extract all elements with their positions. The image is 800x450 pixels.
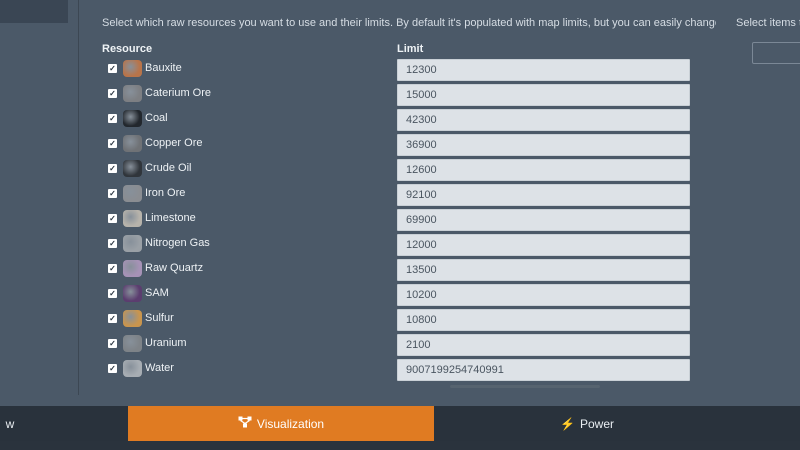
resource-checkbox[interactable]: ✓	[108, 114, 117, 123]
tab-power[interactable]: ⚡ Power	[434, 406, 740, 441]
resource-limit-input[interactable]	[397, 284, 690, 306]
resource-limit-input[interactable]	[397, 184, 690, 206]
uranium-icon	[123, 335, 142, 352]
resource-checkbox[interactable]: ✓	[108, 64, 117, 73]
resource-row-raw-quartz: ✓ Raw Quartz	[80, 257, 708, 282]
resource-name: Nitrogen Gas	[145, 237, 210, 249]
resource-checkbox[interactable]: ✓	[108, 164, 117, 173]
resource-name: Raw Quartz	[145, 262, 204, 274]
resource-list: ✓ Bauxite ✓ Caterium Ore ✓ Coal ✓ Copper…	[80, 57, 708, 382]
resource-name: Bauxite	[145, 62, 182, 74]
tab-label: Power	[579, 416, 614, 431]
resource-limit-input[interactable]	[397, 234, 690, 256]
left-panel-header	[0, 0, 68, 23]
resource-name: Uranium	[145, 337, 187, 349]
resource-name: Limestone	[145, 212, 196, 224]
resource-checkbox[interactable]: ✓	[108, 139, 117, 148]
resource-checkbox[interactable]: ✓	[108, 339, 117, 348]
item-selection-panel: Select items th	[716, 0, 800, 395]
resource-row-sam: ✓ SAM	[80, 282, 708, 307]
resource-checkbox[interactable]: ✓	[108, 314, 117, 323]
power-icon: ⚡	[560, 416, 575, 431]
sulfur-icon	[123, 310, 142, 327]
resource-row-limestone: ✓ Limestone	[80, 207, 708, 232]
resource-name: Coal	[145, 112, 168, 124]
resource-row-water: ✓ Water	[80, 357, 708, 382]
tab-visualization[interactable]: Visualization	[128, 406, 434, 441]
bottom-tab-bar: w Visualization ⚡ Power	[0, 406, 800, 441]
horizontal-scrollbar[interactable]	[450, 385, 600, 388]
tab-label: w	[5, 416, 15, 431]
caterium-ore-icon	[123, 85, 142, 102]
resource-row-nitrogen-gas: ✓ Nitrogen Gas	[80, 232, 708, 257]
coal-icon	[123, 110, 142, 127]
resource-name: Iron Ore	[145, 187, 186, 199]
resource-name: Water	[145, 362, 174, 374]
resource-name: Copper Ore	[145, 137, 203, 149]
resource-name: SAM	[145, 287, 169, 299]
resource-settings-panel: Select which raw resources you want to u…	[80, 0, 745, 395]
resource-name: Sulfur	[145, 312, 174, 324]
sam-icon	[123, 285, 142, 302]
resource-name: Crude Oil	[145, 162, 192, 174]
visualization-icon	[238, 416, 252, 431]
resource-row-coal: ✓ Coal	[80, 107, 708, 132]
resource-limit-input[interactable]	[397, 309, 690, 331]
resource-limit-input[interactable]	[397, 159, 690, 181]
item-selection-input[interactable]	[752, 42, 800, 64]
water-icon	[123, 360, 142, 377]
resource-checkbox[interactable]: ✓	[108, 364, 117, 373]
resource-row-caterium-ore: ✓ Caterium Ore	[80, 82, 708, 107]
resource-checkbox[interactable]: ✓	[108, 214, 117, 223]
resource-row-sulfur: ✓ Sulfur	[80, 307, 708, 332]
tab-label: Visualization	[256, 416, 325, 431]
resource-checkbox[interactable]: ✓	[108, 289, 117, 298]
resource-limit-input[interactable]	[397, 334, 690, 356]
resource-checkbox[interactable]: ✓	[108, 89, 117, 98]
resource-limit-input[interactable]	[397, 359, 690, 381]
resource-row-iron-ore: ✓ Iron Ore	[80, 182, 708, 207]
bauxite-icon	[123, 60, 142, 77]
resource-limit-input[interactable]	[397, 259, 690, 281]
resource-checkbox[interactable]: ✓	[108, 239, 117, 248]
raw-quartz-icon	[123, 260, 142, 277]
resource-row-copper-ore: ✓ Copper Ore	[80, 132, 708, 157]
left-panel	[0, 0, 79, 395]
resource-row-crude-oil: ✓ Crude Oil	[80, 157, 708, 182]
footer	[0, 441, 800, 450]
resource-limit-input[interactable]	[397, 109, 690, 131]
resource-limit-input[interactable]	[397, 134, 690, 156]
resource-checkbox[interactable]: ✓	[108, 189, 117, 198]
resource-row-bauxite: ✓ Bauxite	[80, 57, 708, 82]
resource-limit-input[interactable]	[397, 59, 690, 81]
resource-description: Select which raw resources you want to u…	[102, 17, 746, 29]
resource-limit-input[interactable]	[397, 209, 690, 231]
resource-name: Caterium Ore	[145, 87, 212, 99]
limestone-icon	[123, 210, 142, 227]
tab-overview[interactable]: w	[0, 406, 20, 441]
iron-ore-icon	[123, 185, 142, 202]
limit-column-header: Limit	[397, 43, 424, 55]
item-selection-description: Select items th	[736, 17, 800, 29]
nitrogen-gas-icon	[123, 235, 142, 252]
resource-limit-input[interactable]	[397, 84, 690, 106]
resource-column-header: Resource	[102, 43, 153, 55]
resource-row-uranium: ✓ Uranium	[80, 332, 708, 357]
crude-oil-icon	[123, 160, 142, 177]
copper-ore-icon	[123, 135, 142, 152]
resource-checkbox[interactable]: ✓	[108, 264, 117, 273]
